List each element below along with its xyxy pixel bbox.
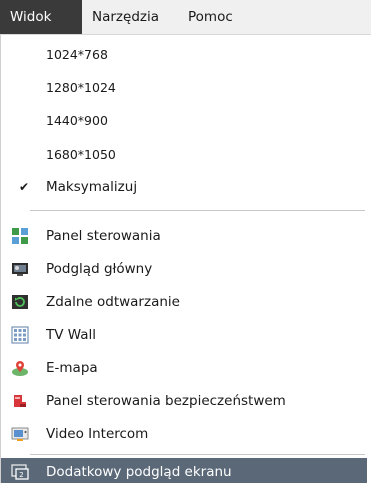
security-panel-icon	[11, 392, 29, 410]
menu-item-tv-wall[interactable]: TV Wall	[1, 319, 361, 351]
menu-item-label: Maksymalizuj	[46, 179, 138, 195]
menu-pomoc[interactable]: Pomoc	[180, 0, 250, 34]
main-view-icon	[11, 260, 29, 278]
menu-item-label: Video Intercom	[46, 426, 149, 442]
menu-item-resolution-1440x900[interactable]: 1440*900	[1, 105, 361, 137]
menu-item-security-panel[interactable]: Panel sterowania bezpieczeństwem	[1, 385, 361, 417]
menu-item-label: 1440*900	[46, 113, 108, 128]
menu-item-video-intercom[interactable]: Video Intercom	[1, 418, 361, 450]
menu-item-maximize[interactable]: ✔ Maksymalizuj	[1, 171, 361, 203]
menu-narzedzia[interactable]: Narzędzia	[84, 0, 177, 34]
menu-item-label: Podgląd główny	[46, 261, 153, 277]
menu-item-label: Panel sterowania	[46, 228, 161, 244]
menu-item-label: Dodatkowy podgląd ekranu	[46, 464, 232, 480]
control-panel-icon	[11, 227, 29, 245]
menu-item-control-panel[interactable]: Panel sterowania	[1, 220, 361, 252]
menu-item-label: 1280*1024	[46, 80, 116, 95]
menu-item-extra-screen-view[interactable]: 2 Dodatkowy podgląd ekranu	[1, 458, 367, 483]
svg-text:2: 2	[19, 471, 23, 479]
menu-item-label: Zdalne odtwarzanie	[46, 294, 180, 310]
menu-item-label: 1024*768	[46, 47, 108, 62]
menu-item-e-map[interactable]: E-mapa	[1, 352, 361, 384]
checkmark-icon: ✔	[19, 180, 30, 194]
menu-item-label: E-mapa	[46, 360, 98, 376]
menu-item-label: 1680*1050	[46, 147, 116, 162]
view-dropdown-menu: 1024*768 1280*1024 1440*900 1680*1050 ✔ …	[0, 35, 371, 483]
video-intercom-icon	[11, 425, 29, 443]
menu-item-main-view[interactable]: Podgląd główny	[1, 253, 361, 285]
tv-wall-icon	[11, 326, 29, 344]
menu-item-resolution-1024x768[interactable]: 1024*768	[1, 39, 361, 71]
menu-item-resolution-1280x1024[interactable]: 1280*1024	[1, 72, 361, 104]
e-map-icon	[11, 359, 29, 377]
menu-separator	[30, 210, 365, 211]
menu-item-remote-playback[interactable]: Zdalne odtwarzanie	[1, 286, 361, 318]
menu-item-label: TV Wall	[46, 327, 97, 343]
app-window: Widok Narzędzia Pomoc 1024*768 1280*1024…	[0, 0, 371, 483]
remote-playback-icon	[11, 293, 29, 311]
menu-item-label: Panel sterowania bezpieczeństwem	[46, 393, 286, 409]
extra-screen-view-icon: 2	[11, 463, 29, 481]
menu-widok[interactable]: Widok	[0, 0, 82, 34]
menu-item-resolution-1680x1050[interactable]: 1680*1050	[1, 139, 361, 171]
menu-bar: Widok Narzędzia Pomoc	[0, 0, 371, 35]
menu-separator	[30, 454, 365, 455]
